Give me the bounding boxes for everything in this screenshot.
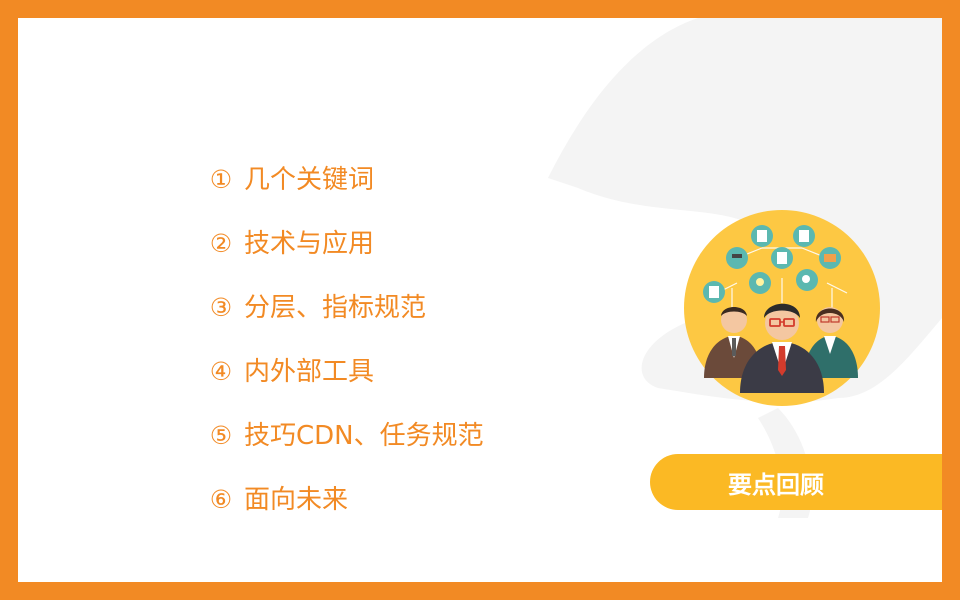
agenda-label: 技巧CDN、任务规范 (244, 421, 484, 451)
agenda-list: ① 几个关键词 ② 技术与应用 ③ 分层、指标规范 ④ 内外部工具 ⑤ 技巧CD… (208, 148, 484, 532)
agenda-item[interactable]: ⑥ 面向未来 (208, 468, 484, 532)
review-button[interactable]: 要点回顾 (650, 454, 942, 510)
agenda-label: 分层、指标规范 (244, 293, 427, 323)
people-illustration (684, 210, 880, 406)
agenda-label: 面向未来 (244, 485, 349, 515)
agenda-number: ⑤ (209, 421, 233, 450)
agenda-number: ① (209, 165, 233, 194)
agenda-number: ③ (209, 293, 233, 322)
agenda-item[interactable]: ④ 内外部工具 (208, 340, 484, 404)
agenda-number: ② (209, 229, 233, 258)
agenda-item[interactable]: ② 技术与应用 (208, 212, 484, 276)
agenda-item[interactable]: ③ 分层、指标规范 (208, 276, 484, 340)
agenda-item[interactable]: ⑤ 技巧CDN、任务规范 (208, 404, 484, 468)
agenda-label: 内外部工具 (244, 357, 375, 387)
agenda-item[interactable]: ① 几个关键词 (208, 148, 484, 212)
agenda-number: ⑥ (209, 485, 233, 514)
slide: ① 几个关键词 ② 技术与应用 ③ 分层、指标规范 ④ 内外部工具 ⑤ 技巧CD… (18, 18, 942, 582)
agenda-label: 几个关键词 (244, 165, 375, 195)
agenda-label: 技术与应用 (244, 229, 375, 259)
agenda-number: ④ (209, 357, 233, 386)
